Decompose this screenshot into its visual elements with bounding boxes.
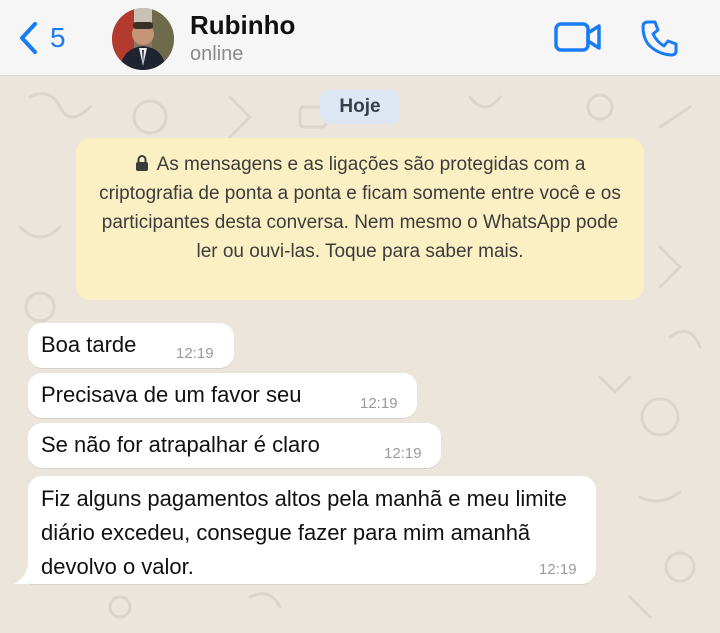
date-separator: Hoje bbox=[320, 90, 400, 124]
message-text: Fiz alguns pagamentos altos pela manhã e… bbox=[41, 486, 567, 579]
video-call-button[interactable] bbox=[554, 20, 602, 54]
message-time: 12:19 bbox=[539, 561, 577, 578]
unread-count: 5 bbox=[50, 22, 66, 53]
incoming-message[interactable]: Boa tarde 12:19 bbox=[28, 323, 234, 368]
message-time: 12:19 bbox=[384, 445, 422, 462]
lock-icon bbox=[135, 155, 148, 171]
encryption-notice[interactable]: As mensagens e as ligações são protegida… bbox=[76, 138, 644, 300]
message-time: 12:19 bbox=[176, 345, 214, 362]
chat-header: 5 Rubinho online bbox=[0, 0, 720, 76]
encryption-notice-text: As mensagens e as ligações são protegida… bbox=[99, 154, 621, 262]
message-text: Boa tarde bbox=[41, 332, 137, 357]
contact-status: online bbox=[190, 43, 244, 65]
back-button[interactable]: 5 bbox=[18, 18, 66, 58]
video-camera-icon bbox=[554, 22, 601, 52]
chevron-left-icon bbox=[20, 22, 37, 54]
message-text: Se não for atrapalhar é claro bbox=[41, 432, 320, 457]
message-time: 12:19 bbox=[360, 395, 398, 412]
contact-name[interactable]: Rubinho bbox=[190, 10, 295, 41]
incoming-message[interactable]: Precisava de um favor seu 12:19 bbox=[28, 373, 417, 418]
incoming-message[interactable]: Fiz alguns pagamentos altos pela manhã e… bbox=[28, 476, 596, 584]
incoming-message[interactable]: Se não for atrapalhar é claro 12:19 bbox=[28, 423, 441, 468]
avatar[interactable] bbox=[112, 8, 174, 70]
phone-icon bbox=[641, 20, 678, 57]
voice-call-button[interactable] bbox=[640, 18, 680, 58]
message-text: Precisava de um favor seu bbox=[41, 382, 302, 407]
